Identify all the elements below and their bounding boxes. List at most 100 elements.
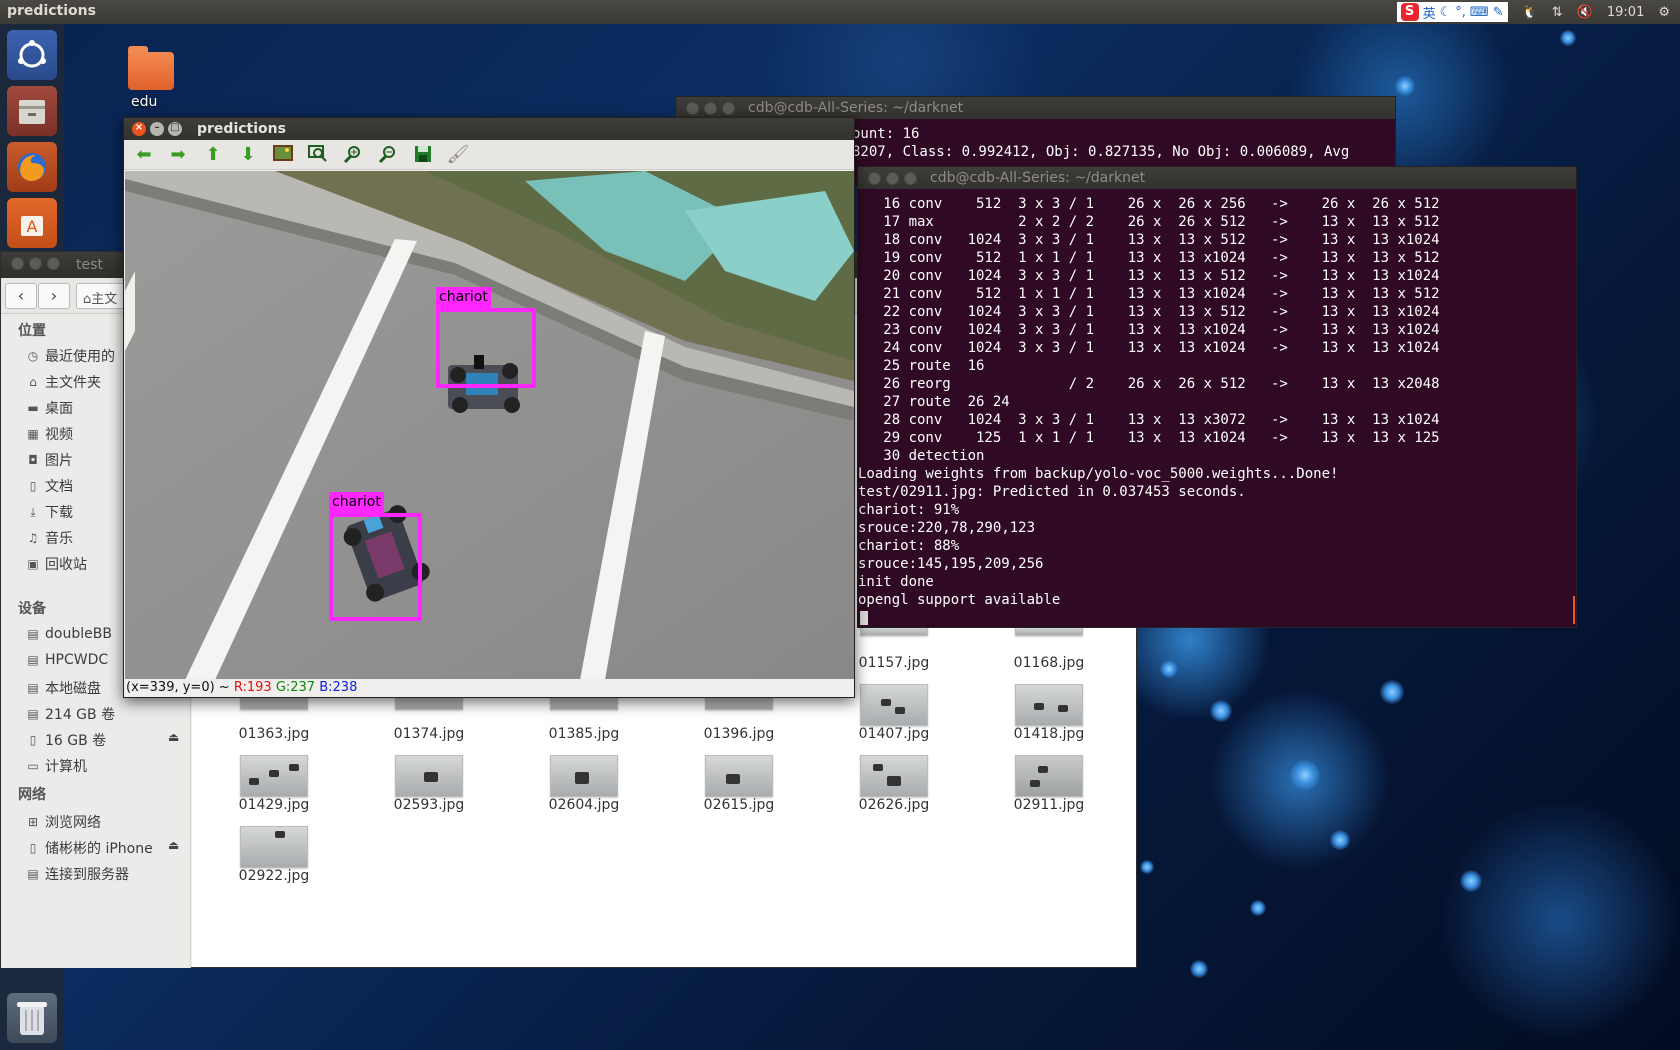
eject-icon[interactable]: ⏏ <box>168 838 179 852</box>
sidebar-item-hpcwdc[interactable]: ▤ HPCWDC <box>26 652 108 668</box>
sidebar-item-label: 图片 <box>45 453 73 469</box>
arrow-up-icon[interactable]: ⬆ <box>201 145 225 165</box>
predictions-titlebar[interactable]: × – □ predictions <box>124 118 854 140</box>
sidebar-item-browse-network[interactable]: ⊞ 浏览网络 <box>26 812 101 832</box>
file-label[interactable]: 01407.jpg <box>834 726 954 742</box>
home-icon: ⌂ <box>29 375 37 389</box>
edu-folder-icon[interactable] <box>128 46 174 90</box>
file-thumbnail[interactable] <box>860 684 928 726</box>
file-thumbnail[interactable] <box>1015 755 1083 797</box>
sidebar-item-home[interactable]: ⌂ 主文件夹 <box>26 372 101 392</box>
files-icon[interactable] <box>7 86 57 136</box>
sidebar-item-videos[interactable]: ▦ 视频 <box>26 424 73 444</box>
close-icon[interactable]: × <box>132 122 146 136</box>
software-center-icon[interactable]: A <box>7 198 57 248</box>
arrow-right-icon[interactable]: ➡ <box>166 145 190 165</box>
trash-icon[interactable] <box>7 993 57 1043</box>
file-label[interactable]: 01429.jpg <box>214 797 334 813</box>
forward-button[interactable]: › <box>38 283 70 309</box>
sidebar-item-desktop[interactable]: ▬ 桌面 <box>26 398 73 418</box>
maximize-icon[interactable] <box>722 102 735 115</box>
prediction-image[interactable]: chariot chariot <box>125 171 854 680</box>
terminal-line: 28 conv 1024 3 x 3 / 1 13 x 13 x3072 -> … <box>858 412 1440 428</box>
sidebar-item-label: 回收站 <box>45 557 87 573</box>
sidebar-item-computer[interactable]: ▭ 计算机 <box>26 756 87 776</box>
sidebar-item-documents[interactable]: ▯ 文档 <box>26 476 73 496</box>
sidebar-item-16gb[interactable]: ▯ 16 GB 卷 <box>26 730 106 750</box>
brush-icon[interactable]: 🖌 <box>446 145 470 165</box>
close-icon[interactable] <box>11 257 24 270</box>
ubuntu-icon[interactable] <box>7 30 57 80</box>
file-label[interactable]: 01396.jpg <box>679 726 799 742</box>
close-icon[interactable] <box>686 102 699 115</box>
firefox-icon[interactable] <box>7 142 57 192</box>
maximize-icon[interactable] <box>904 172 917 185</box>
file-label[interactable]: 02626.jpg <box>834 797 954 813</box>
save-icon[interactable] <box>411 145 435 165</box>
minimize-icon[interactable]: – <box>150 122 164 136</box>
minimize-icon[interactable] <box>29 257 42 270</box>
file-label[interactable]: 01418.jpg <box>989 726 1109 742</box>
terminal-titlebar[interactable]: cdb@cdb-All-Series: ~/darknet <box>858 167 1576 189</box>
system-tray: S 英 ☾ °, ⌨ ✎ 🐧 ⇅ 🔇 19:01 ⚙ <box>1396 0 1680 24</box>
clock[interactable]: 19:01 <box>1607 5 1644 20</box>
breadcrumb-home[interactable]: 主文 <box>91 292 117 307</box>
network-icon[interactable]: ⇅ <box>1552 5 1563 20</box>
zoom-fit-icon[interactable] <box>306 145 330 165</box>
sidebar-item-label: 浏览网络 <box>45 815 101 831</box>
maximize-icon[interactable] <box>47 257 60 270</box>
file-thumbnail[interactable] <box>860 755 928 797</box>
terminal-output[interactable]: 16 conv 512 3 x 3 / 1 26 x 26 x 256 -> 2… <box>858 195 1576 609</box>
file-label[interactable]: 02911.jpg <box>989 797 1109 813</box>
file-thumbnail[interactable] <box>395 755 463 797</box>
file-thumbnail[interactable] <box>240 755 308 797</box>
volume-muted-icon[interactable]: 🔇 <box>1577 5 1593 20</box>
drive-icon: ▤ <box>27 681 39 695</box>
arrow-down-icon[interactable]: ⬇ <box>236 145 260 165</box>
maximize-icon[interactable]: □ <box>168 122 182 136</box>
file-label[interactable]: 01374.jpg <box>369 726 489 742</box>
back-button[interactable]: ‹ <box>5 283 37 309</box>
gear-icon[interactable]: ⚙ <box>1658 5 1670 20</box>
file-thumbnail[interactable] <box>1015 684 1083 726</box>
minimize-icon[interactable] <box>704 102 717 115</box>
file-thumbnail[interactable] <box>550 755 618 797</box>
file-label[interactable]: 02922.jpg <box>214 868 334 884</box>
file-thumbnail[interactable] <box>240 826 308 868</box>
file-thumbnail[interactable] <box>705 755 773 797</box>
sidebar-item-pictures[interactable]: ◘ 图片 <box>26 450 73 470</box>
sidebar-item-recent[interactable]: ◷ 最近使用的 <box>26 346 115 366</box>
arrow-left-icon[interactable]: ⬅ <box>132 145 156 165</box>
film-icon: ▦ <box>27 427 39 441</box>
file-label[interactable]: 02604.jpg <box>524 797 644 813</box>
sidebar-item-doublebb[interactable]: ▤ doubleBB <box>26 626 112 642</box>
folder-icon: ▬ <box>27 401 39 415</box>
sidebar-item-local-disk[interactable]: ▤ 本地磁盘 <box>26 678 101 698</box>
scrollbar[interactable] <box>1573 596 1575 624</box>
sidebar-item-trash[interactable]: ▣ 回收站 <box>26 554 87 574</box>
edu-folder-label[interactable]: edu <box>131 94 157 110</box>
sidebar-item-iphone[interactable]: ▯ 储彬彬的 iPhone <box>26 838 153 858</box>
input-method-indicator[interactable]: S 英 ☾ °, ⌨ ✎ <box>1396 2 1508 22</box>
sidebar-item-downloads[interactable]: ⤓ 下载 <box>26 502 73 522</box>
file-label[interactable]: 02593.jpg <box>369 797 489 813</box>
close-icon[interactable] <box>868 172 881 185</box>
image-icon[interactable] <box>271 145 295 165</box>
file-label[interactable]: 02615.jpg <box>679 797 799 813</box>
zoom-in-icon[interactable] <box>341 145 365 165</box>
svg-text:A: A <box>27 217 38 236</box>
sidebar-item-label: 视频 <box>45 427 73 443</box>
zoom-out-icon[interactable] <box>376 145 400 165</box>
file-label[interactable]: 01168.jpg <box>989 655 1109 671</box>
sidebar-item-214gb[interactable]: ▤ 214 GB 卷 <box>26 704 115 724</box>
minimize-icon[interactable] <box>886 172 899 185</box>
file-label[interactable]: 01385.jpg <box>524 726 644 742</box>
sidebar-item-connect-server[interactable]: ▤ 连接到服务器 <box>26 864 129 884</box>
keyboard-icon: ⌨ <box>1469 4 1489 20</box>
pixel-status-bar: (x=339, y=0) ~ R:193 G:237 B:238 <box>124 679 854 697</box>
sidebar-item-music[interactable]: ♫ 音乐 <box>26 528 73 548</box>
penguin-icon[interactable]: 🐧 <box>1522 5 1538 20</box>
file-label[interactable]: 01363.jpg <box>214 726 334 742</box>
terminal-titlebar[interactable]: cdb@cdb-All-Series: ~/darknet <box>676 97 1395 119</box>
eject-icon[interactable]: ⏏ <box>168 730 179 744</box>
